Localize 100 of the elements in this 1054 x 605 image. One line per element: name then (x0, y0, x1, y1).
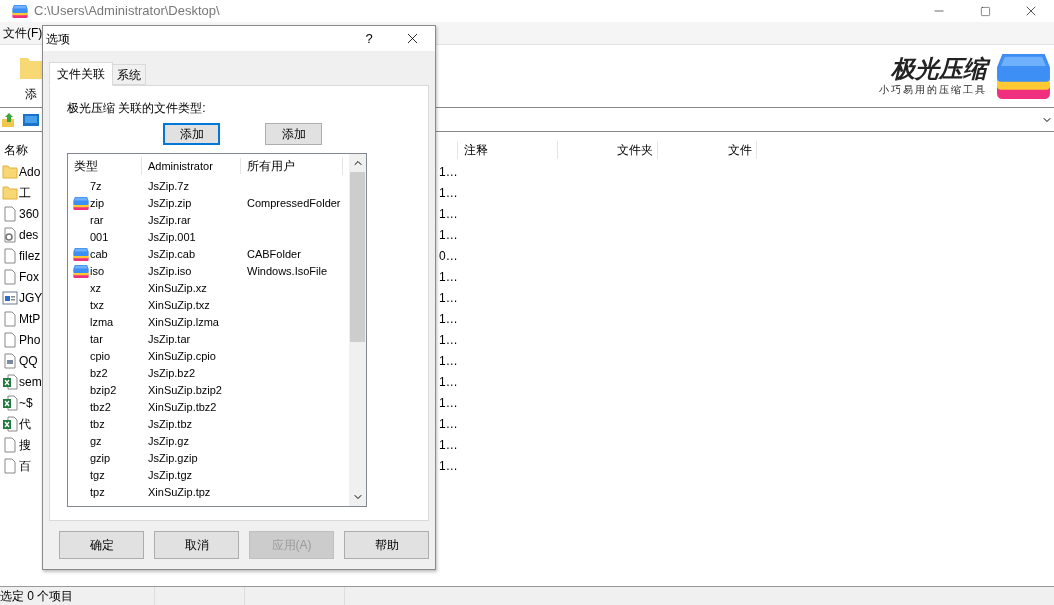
column-header[interactable]: 文件 (657, 141, 757, 159)
app-logo-icon (12, 4, 28, 18)
dialog-button[interactable]: 帮助 (344, 531, 429, 559)
file-name[interactable]: des (19, 225, 39, 244)
table-cell-text: JsZip.tar (147, 332, 192, 348)
menu-item[interactable]: 文件(F) (0, 24, 46, 42)
column-header[interactable]: 注释 (457, 141, 557, 159)
logo-slogan: 小巧易用的压缩工具 (879, 83, 987, 97)
table-cell-text: CABFolder (246, 247, 301, 263)
archive-icon (73, 248, 89, 261)
table-cell-text: 1… (439, 331, 458, 349)
file-name[interactable]: 搜 (19, 435, 31, 454)
file-type[interactable]: bz2 (90, 365, 108, 382)
table-cell-text: 1… (439, 394, 458, 412)
folder-icon (2, 163, 18, 180)
file-type[interactable]: iso (90, 263, 105, 280)
file-name[interactable]: 360 (19, 204, 40, 223)
table-cell-text: 1… (439, 373, 458, 391)
table-cell-text: 1… (439, 163, 458, 181)
file-type[interactable]: gz (90, 433, 102, 450)
archive-icon (73, 197, 89, 210)
file-type[interactable]: 001 (90, 229, 109, 246)
table-cell-text: XinSuZip.tbz2 (147, 400, 218, 416)
dialog-button[interactable]: 确定 (59, 531, 144, 559)
tab[interactable]: 系统 (113, 64, 146, 85)
archive-icon (73, 265, 89, 278)
table-cell-text: 1… (439, 415, 458, 433)
file-type[interactable]: gzip (90, 450, 111, 467)
table-cell-text: JsZip.zip (147, 196, 193, 212)
table-cell-text: XinSuZip.lzma (147, 315, 220, 331)
file-name[interactable]: JGY (19, 288, 43, 307)
add-button[interactable]: 添加 (265, 123, 322, 145)
table-cell-text: XinSuZip.bzip2 (147, 383, 223, 399)
file-type[interactable]: tar (90, 331, 103, 348)
table-cell-text: JsZip.001 (147, 230, 197, 246)
scroll-thumb[interactable] (350, 172, 365, 342)
association-label: 极光压缩 关联的文件类型: (67, 100, 207, 117)
table-cell-text: 1… (439, 184, 458, 202)
desktop-icon (23, 113, 39, 126)
file-name[interactable]: sem (19, 372, 42, 391)
window-title: C:\Users\Administrator\Desktop\ (34, 2, 220, 21)
file-type[interactable]: 7z (90, 178, 102, 195)
table-cell-text: 1… (439, 457, 458, 475)
table-cell-text: 0… (439, 247, 458, 265)
file-type[interactable]: tgz (90, 467, 105, 484)
table-cell-text: 1… (439, 268, 458, 286)
file-type[interactable]: rar (90, 212, 104, 229)
table-cell-text: XinSuZip.txz (147, 298, 211, 314)
table-cell-text: JsZip.cab (147, 247, 197, 263)
table-cell-text: JsZip.tbz (147, 417, 193, 433)
file-name[interactable]: 百 (19, 456, 31, 475)
maximize-icon (979, 5, 991, 17)
table-cell-text: XinSuZip.cpio (147, 349, 217, 365)
file-type[interactable]: cab (90, 246, 108, 263)
file-type[interactable]: lzma (90, 314, 114, 331)
file-name[interactable]: Fox (19, 267, 39, 286)
table-cell-text: JsZip.gz (147, 434, 190, 450)
column-header[interactable]: 类型 (68, 157, 142, 175)
file-name[interactable]: filez (19, 246, 41, 265)
file-name[interactable]: ~$ (19, 393, 33, 412)
table-cell-text: JsZip.tgz (147, 468, 193, 484)
tab[interactable]: 文件关联 (49, 62, 113, 86)
table-cell-text: Windows.IsoFile (246, 264, 328, 280)
logo-icon (997, 53, 1050, 99)
column-header[interactable]: 所有用户 (241, 157, 343, 175)
table-cell-text: JsZip.gzip (147, 451, 199, 467)
table-cell-text: 1… (439, 436, 458, 454)
file-name[interactable]: 工 (19, 183, 31, 202)
column-header[interactable]: 文件夹 (557, 141, 657, 159)
table-cell-text: 1… (439, 205, 458, 223)
table-cell-text: CompressedFolder (246, 196, 341, 212)
table-cell-text: XinSuZip.tpz (147, 485, 212, 501)
file-type[interactable]: txz (90, 297, 105, 314)
table-cell-text: 1… (439, 289, 458, 307)
file-type[interactable]: bzip2 (90, 382, 117, 399)
table-cell-text: JsZip.rar (147, 213, 192, 229)
file-type[interactable]: xz (90, 280, 101, 297)
file-name[interactable]: 代 (19, 414, 31, 433)
file-type[interactable]: zip (90, 195, 105, 212)
help-button[interactable]: ? (349, 26, 389, 51)
file-type[interactable]: tpz (90, 484, 105, 501)
folder-icon (2, 184, 18, 201)
file-type[interactable]: tbz2 (90, 399, 111, 416)
column-header[interactable]: Administrator (142, 157, 241, 175)
file-type[interactable]: cpio (90, 348, 111, 365)
table-cell-text: JsZip.7z (147, 179, 190, 195)
up-folder-icon[interactable] (1, 111, 17, 128)
table-cell-text: 1… (439, 310, 458, 328)
add-button[interactable]: 添加 (163, 123, 220, 145)
dialog-button[interactable]: 取消 (154, 531, 239, 559)
file-name[interactable]: MtP (19, 309, 41, 328)
add-button-label[interactable]: 添 (25, 85, 37, 103)
file-name[interactable]: Ado (19, 162, 41, 181)
table-cell-text: XinSuZip.xz (147, 281, 208, 297)
table-cell-text: JsZip.bz2 (147, 366, 197, 382)
file-name[interactable]: QQ (19, 351, 38, 370)
table-cell-text: 1… (439, 352, 458, 370)
file-name[interactable]: Pho (19, 330, 41, 349)
scrollbar[interactable] (349, 154, 366, 506)
file-type[interactable]: tbz (90, 416, 105, 433)
